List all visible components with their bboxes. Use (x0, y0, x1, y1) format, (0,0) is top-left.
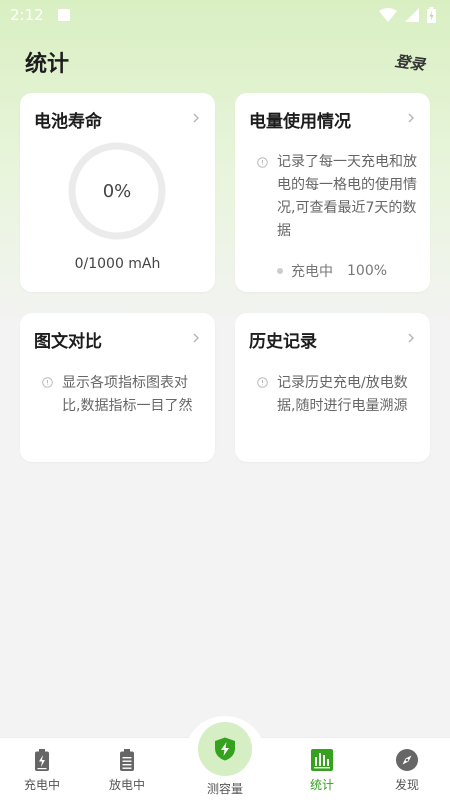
wifi-icon (379, 8, 397, 22)
nav-discharging[interactable]: 放电中 (87, 748, 167, 793)
charging-status-value: 100% (347, 263, 388, 279)
chevron-right-icon (193, 113, 199, 123)
charging-status: 充电中 100% (277, 261, 387, 281)
power-usage-card[interactable]: 电量使用情况 记录了每一天充电和放电的每一格电的使用情况,可查看最近7天的数据 … (235, 93, 430, 292)
card-title: 历史记录 (249, 332, 317, 352)
login-button[interactable]: 登录 (394, 50, 427, 75)
card-description: 记录历史充电/放电数据,随时进行电量溯源 (277, 375, 408, 414)
battery-life-percent: 0% (102, 180, 132, 202)
chevron-right-icon (408, 333, 414, 343)
charging-status-label: 充电中 (291, 264, 333, 280)
nav-label: 测容量 (206, 782, 243, 796)
nav-label: 发现 (394, 778, 419, 792)
status-bar: 2:12 (0, 0, 450, 30)
shield-bolt-icon (215, 737, 235, 761)
info-icon (257, 157, 268, 168)
compass-icon (396, 749, 418, 771)
nav-statistics[interactable]: 统计 (282, 748, 362, 793)
card-description: 显示各项指标图表对比,数据指标一目了然 (62, 375, 193, 414)
measure-capacity-button[interactable] (198, 722, 252, 776)
status-dot (277, 268, 283, 274)
nav-discover[interactable]: 发现 (367, 748, 447, 793)
info-icon (42, 377, 53, 388)
chevron-right-icon (408, 113, 414, 123)
header: 统计 登录 (0, 40, 450, 84)
chevron-right-icon (193, 333, 199, 343)
bar-chart-icon (311, 749, 333, 771)
info-icon (257, 377, 268, 388)
status-time: 2:12 (10, 6, 44, 24)
card-title: 电量使用情况 (249, 112, 351, 132)
nav-label: 放电中 (108, 778, 145, 792)
battery-charging-icon (35, 749, 49, 771)
nav-label: 充电中 (23, 778, 60, 792)
history-card[interactable]: 历史记录 记录历史充电/放电数据,随时进行电量溯源 (235, 313, 430, 462)
card-description: 记录了每一天充电和放电的每一格电的使用情况,可查看最近7天的数据 (277, 154, 417, 239)
comparison-card[interactable]: 图文对比 显示各项指标图表对比,数据指标一目了然 (20, 313, 215, 462)
battery-capacity: 0/1000 mAh (74, 256, 161, 272)
battery-icon (120, 749, 134, 771)
battery-status-icon (427, 7, 436, 23)
battery-life-card[interactable]: 电池寿命 0% 0/1000 mAh (20, 93, 215, 292)
page-title: 统计 (25, 52, 70, 77)
nav-charging[interactable]: 充电中 (2, 748, 82, 793)
signal-icon (405, 8, 419, 22)
card-title: 图文对比 (34, 332, 102, 352)
nav-label: 统计 (309, 778, 334, 792)
card-title: 电池寿命 (34, 112, 102, 132)
notification-icon (57, 9, 70, 21)
